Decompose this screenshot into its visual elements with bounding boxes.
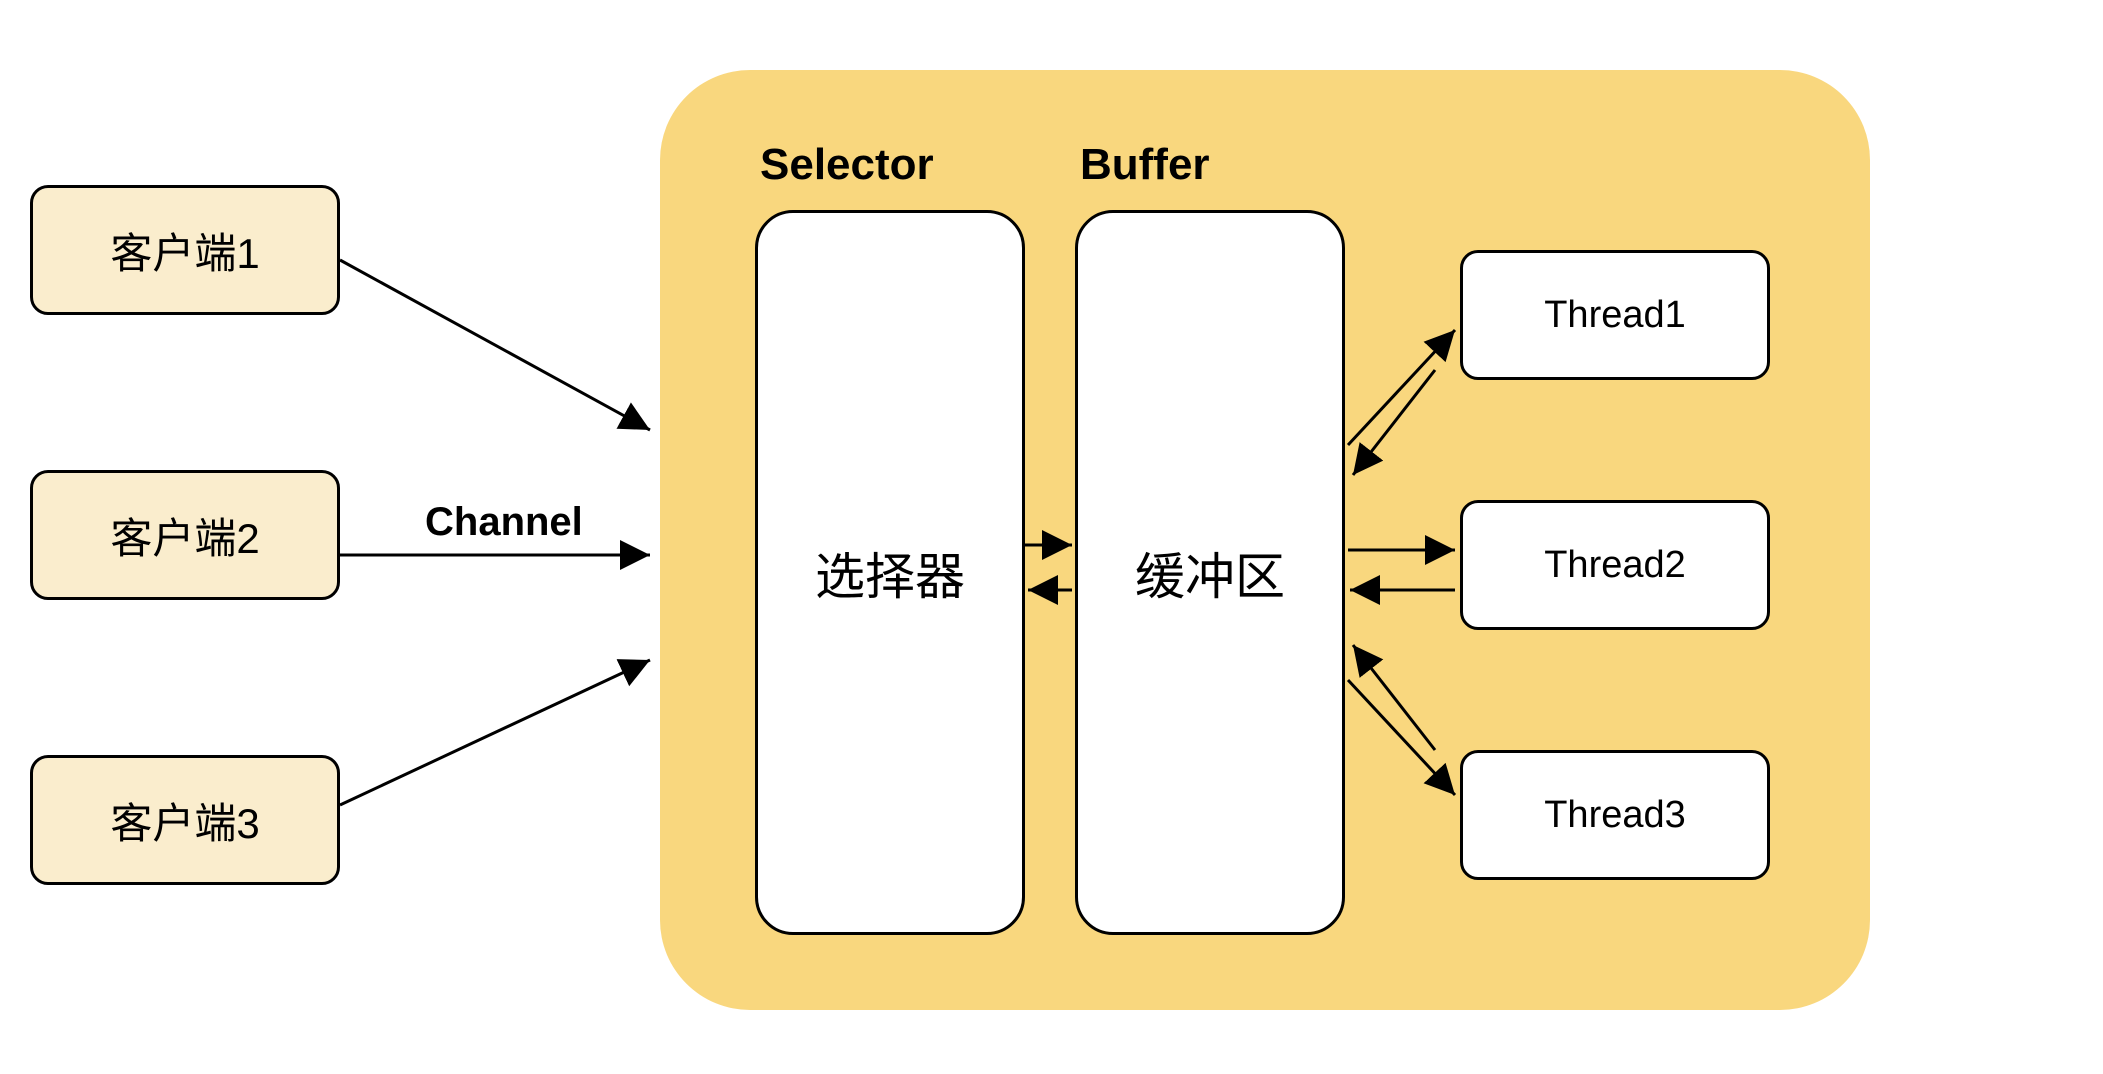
client-box-3: 客户端3 (30, 755, 340, 885)
thread-label: Thread1 (1544, 294, 1686, 337)
arrow-client1-server (340, 260, 650, 430)
thread-label: Thread3 (1544, 794, 1686, 837)
thread-box-2: Thread2 (1460, 500, 1770, 630)
channel-label: Channel (425, 500, 583, 545)
client-box-1: 客户端1 (30, 185, 340, 315)
thread-box-1: Thread1 (1460, 250, 1770, 380)
diagram-canvas: 客户端1 客户端2 客户端3 Selector Buffer 选择器 缓冲区 T… (0, 0, 2103, 1074)
thread-box-3: Thread3 (1460, 750, 1770, 880)
selector-label: 选择器 (815, 537, 965, 609)
thread-label: Thread2 (1544, 544, 1686, 587)
selector-box: 选择器 (755, 210, 1025, 935)
buffer-label: 缓冲区 (1135, 537, 1285, 609)
arrow-client3-server (340, 660, 650, 805)
client-label: 客户端1 (110, 220, 259, 281)
buffer-header: Buffer (1080, 140, 1210, 190)
client-label: 客户端2 (110, 505, 259, 566)
client-box-2: 客户端2 (30, 470, 340, 600)
selector-header: Selector (760, 140, 934, 190)
client-label: 客户端3 (110, 790, 259, 851)
buffer-box: 缓冲区 (1075, 210, 1345, 935)
